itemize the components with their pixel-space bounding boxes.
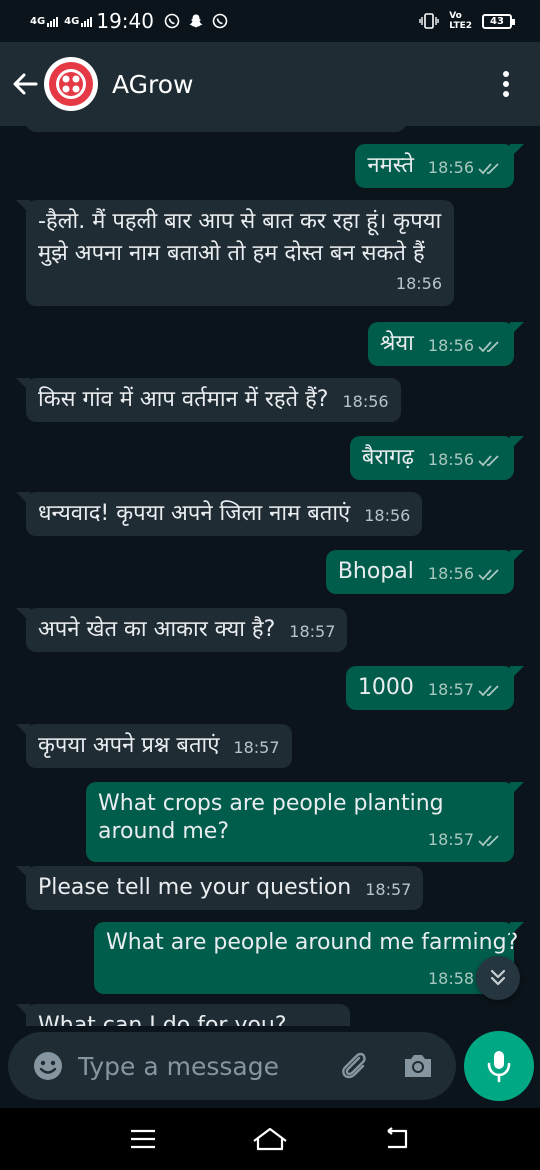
battery-icon: 43 [482, 13, 515, 29]
message-text: अपने खेत का आकार क्या है? [38, 617, 276, 642]
menu-lines-icon [131, 1129, 156, 1149]
chat-title[interactable]: AGrow [112, 70, 194, 99]
system-indicators: Vo LTE2 43 [419, 11, 515, 31]
more-vert-icon [503, 71, 509, 97]
message-text: Bhopal [337, 559, 414, 584]
home-icon [253, 1127, 287, 1151]
camera-icon [405, 1055, 431, 1077]
double-check-icon [478, 684, 499, 696]
message-bubble-outgoing[interactable]: बैरागढ़ 18:56 [349, 436, 524, 480]
message-text: नमस्ते [367, 153, 414, 178]
message-input[interactable] [78, 1051, 328, 1081]
message-bubble-outgoing[interactable]: What are people around me farming? 18:58 [94, 922, 524, 994]
scroll-to-bottom-button[interactable] [476, 956, 520, 1000]
home-button[interactable] [240, 1114, 300, 1164]
attach-button[interactable] [332, 1044, 376, 1088]
snapchat-icon [189, 14, 203, 28]
chat-header: AGrow [0, 42, 540, 126]
camera-button[interactable] [396, 1044, 440, 1088]
message-time: 18:56 [428, 330, 502, 362]
double-chevron-down-icon [490, 969, 506, 986]
avatar[interactable] [44, 57, 98, 111]
message-text: What are people around me farming? [106, 930, 519, 955]
message-time: 18:57 [428, 824, 502, 856]
message-time: 18:57 [365, 880, 412, 899]
volte-label: Vo [449, 11, 462, 21]
status-time: 19:40 [96, 9, 154, 33]
message-time: 18:56 [342, 392, 389, 411]
message-bubble-outgoing[interactable]: What crops are people planting around me… [86, 782, 524, 862]
message-time: 18:58 [428, 969, 475, 988]
signal-icon-sim2: 4G [64, 15, 93, 27]
mic-icon [487, 1051, 511, 1083]
message-time: 18:57 [289, 622, 336, 641]
network-type-1: 4G [30, 15, 46, 27]
emoji-icon [34, 1052, 62, 1080]
double-check-icon [478, 568, 499, 580]
message-bubble-incoming[interactable]: अपने खेत का आकार क्या है? 18:57 [16, 608, 348, 652]
paperclip-icon [342, 1052, 366, 1079]
notification-icons [164, 13, 228, 29]
network-indicators: 4G 4G [30, 15, 93, 27]
message-bubble-outgoing[interactable]: नमस्ते 18:56 [355, 144, 524, 188]
message-bubble-incoming[interactable]: धन्यवाद! कृपया अपने जिला नाम बताएं 18:56 [16, 492, 423, 536]
system-navigation-bar [0, 1108, 540, 1170]
vibrate-icon [419, 13, 439, 29]
voice-message-button[interactable] [464, 1031, 534, 1101]
more-options-button[interactable] [486, 54, 526, 114]
message-bubble-outgoing[interactable]: Bhopal 18:56 [325, 550, 524, 594]
double-check-icon [478, 834, 499, 846]
network-type-2: 4G [64, 15, 80, 27]
status-bar: 4G 4G 19:40 Vo LTE2 43 [0, 0, 540, 42]
message-bubble-outgoing[interactable]: श्रेया 18:56 [367, 322, 524, 366]
signal-icon-sim1: 4G [30, 15, 59, 27]
message-text: -हैलो. मैं पहली बार आप से बात कर रहा हूं… [38, 209, 442, 266]
message-text: बैरागढ़ [361, 445, 414, 470]
whatsapp-icon-2 [212, 13, 228, 29]
recents-button[interactable] [113, 1114, 173, 1164]
message-time: 18:56 [428, 558, 502, 590]
message-time: 18:56 [428, 152, 502, 184]
lte-label: LTE2 [449, 21, 472, 31]
back-button[interactable] [0, 54, 50, 114]
message-time: 18:56 [428, 444, 502, 476]
double-check-icon [478, 454, 499, 466]
message-time: 18:56 [364, 506, 411, 525]
volte-indicator: Vo LTE2 [449, 11, 472, 31]
message-time: 18:57 [233, 738, 280, 757]
message-bubble-incoming[interactable]: कृपया अपने प्रश्न बताएं 18:57 [16, 724, 292, 768]
message-text: श्रेया [379, 331, 414, 356]
message-text: कृपया अपने प्रश्न बताएं [38, 733, 220, 758]
message-time: 18:57 [428, 674, 502, 706]
back-nav-button[interactable] [367, 1114, 427, 1164]
message-text: किस गांव में आप वर्तमान में रहते हैं? [38, 387, 329, 412]
message-bubble-incoming[interactable]: Please tell me your question 18:57 [16, 866, 424, 910]
compose-bar [8, 1032, 456, 1100]
message-bubble-partial [26, 126, 406, 132]
message-bubble-incoming[interactable]: किस गांव में आप वर्तमान में रहते हैं? 18… [16, 378, 401, 422]
message-text: Please tell me your question [38, 875, 352, 900]
battery-level: 43 [490, 15, 504, 27]
message-list[interactable]: नमस्ते 18:56 -हैलो. मैं पहली बार आप से ब… [0, 126, 540, 1026]
message-bubble-incoming[interactable]: -हैलो. मैं पहली बार आप से बात कर रहा हूं… [16, 200, 454, 306]
arrow-left-icon [13, 73, 38, 95]
message-text: What can I do for you? [38, 1013, 287, 1026]
message-bubble-incoming[interactable]: What can I do for you? [16, 1004, 350, 1026]
message-time: 18:56 [395, 274, 442, 293]
twilio-logo-icon [45, 58, 97, 110]
whatsapp-icon [164, 13, 180, 29]
double-check-icon [478, 162, 499, 174]
message-text: 1000 [357, 675, 414, 700]
emoji-button[interactable] [24, 1042, 72, 1090]
message-text: धन्यवाद! कृपया अपने जिला नाम बताएं [38, 501, 351, 526]
message-bubble-outgoing[interactable]: 1000 18:57 [345, 666, 524, 710]
back-arrow-icon [386, 1127, 407, 1149]
double-check-icon [478, 340, 499, 352]
